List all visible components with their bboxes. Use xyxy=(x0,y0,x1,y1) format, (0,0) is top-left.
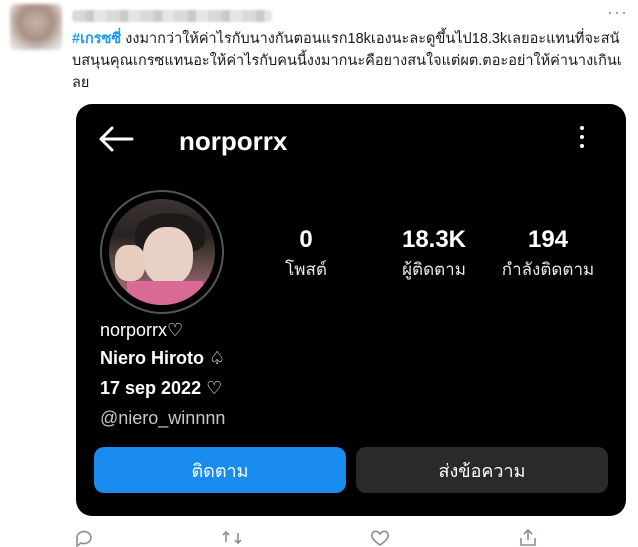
profile-picture xyxy=(100,190,224,314)
bio-handle: @niero_winnnn xyxy=(100,408,226,428)
follow-button: ติดตาม xyxy=(94,447,346,493)
following-count: 194 xyxy=(527,226,569,253)
stat-followers: 18.3K ผู้ติดตาม xyxy=(384,226,484,283)
followers-label: ผู้ติดตาม xyxy=(402,260,466,279)
following-label: กำลังติดตาม xyxy=(501,260,595,279)
bio-name: norporrx♡ xyxy=(100,320,184,340)
retweet-icon[interactable] xyxy=(222,528,242,547)
posts-label: โพสต์ xyxy=(285,260,327,279)
author-name-blurred[interactable] xyxy=(72,10,272,22)
tweet-body: งงมากว่าให้ค่าไรกับนางกันตอนแรก18kเองนะล… xyxy=(72,31,622,91)
reply-icon[interactable] xyxy=(74,528,94,547)
vertical-more-icon xyxy=(578,126,586,152)
share-icon[interactable] xyxy=(518,528,538,547)
instagram-screenshot[interactable]: norporrx 0 โพสต์ 18.3K ผู้ติดตาม 194 กำล… xyxy=(76,104,626,516)
tweet-actions xyxy=(72,528,592,547)
hashtag-link[interactable]: #เกรซซี่ xyxy=(72,31,121,47)
bio-display-name: Niero Hiroto ♤ xyxy=(100,348,226,368)
more-horizontal-icon[interactable]: ··· xyxy=(607,2,628,23)
message-button: ส่งข้อความ xyxy=(356,447,608,493)
author-avatar[interactable] xyxy=(10,4,62,50)
stat-following: 194 กำลังติดตาม xyxy=(488,226,608,283)
back-arrow-icon xyxy=(99,126,134,152)
ig-username: norporrx xyxy=(179,126,288,156)
posts-count: 0 xyxy=(299,226,313,253)
like-icon[interactable] xyxy=(370,528,390,547)
bio-date: 17 sep 2022 ♡ xyxy=(100,378,223,398)
stat-posts: 0 โพสต์ xyxy=(276,226,336,283)
followers-count: 18.3K xyxy=(401,226,467,253)
tweet-text: #เกรซซี่ งงมากว่าให้ค่าไรกับนางกันตอนแรก1… xyxy=(72,28,627,94)
